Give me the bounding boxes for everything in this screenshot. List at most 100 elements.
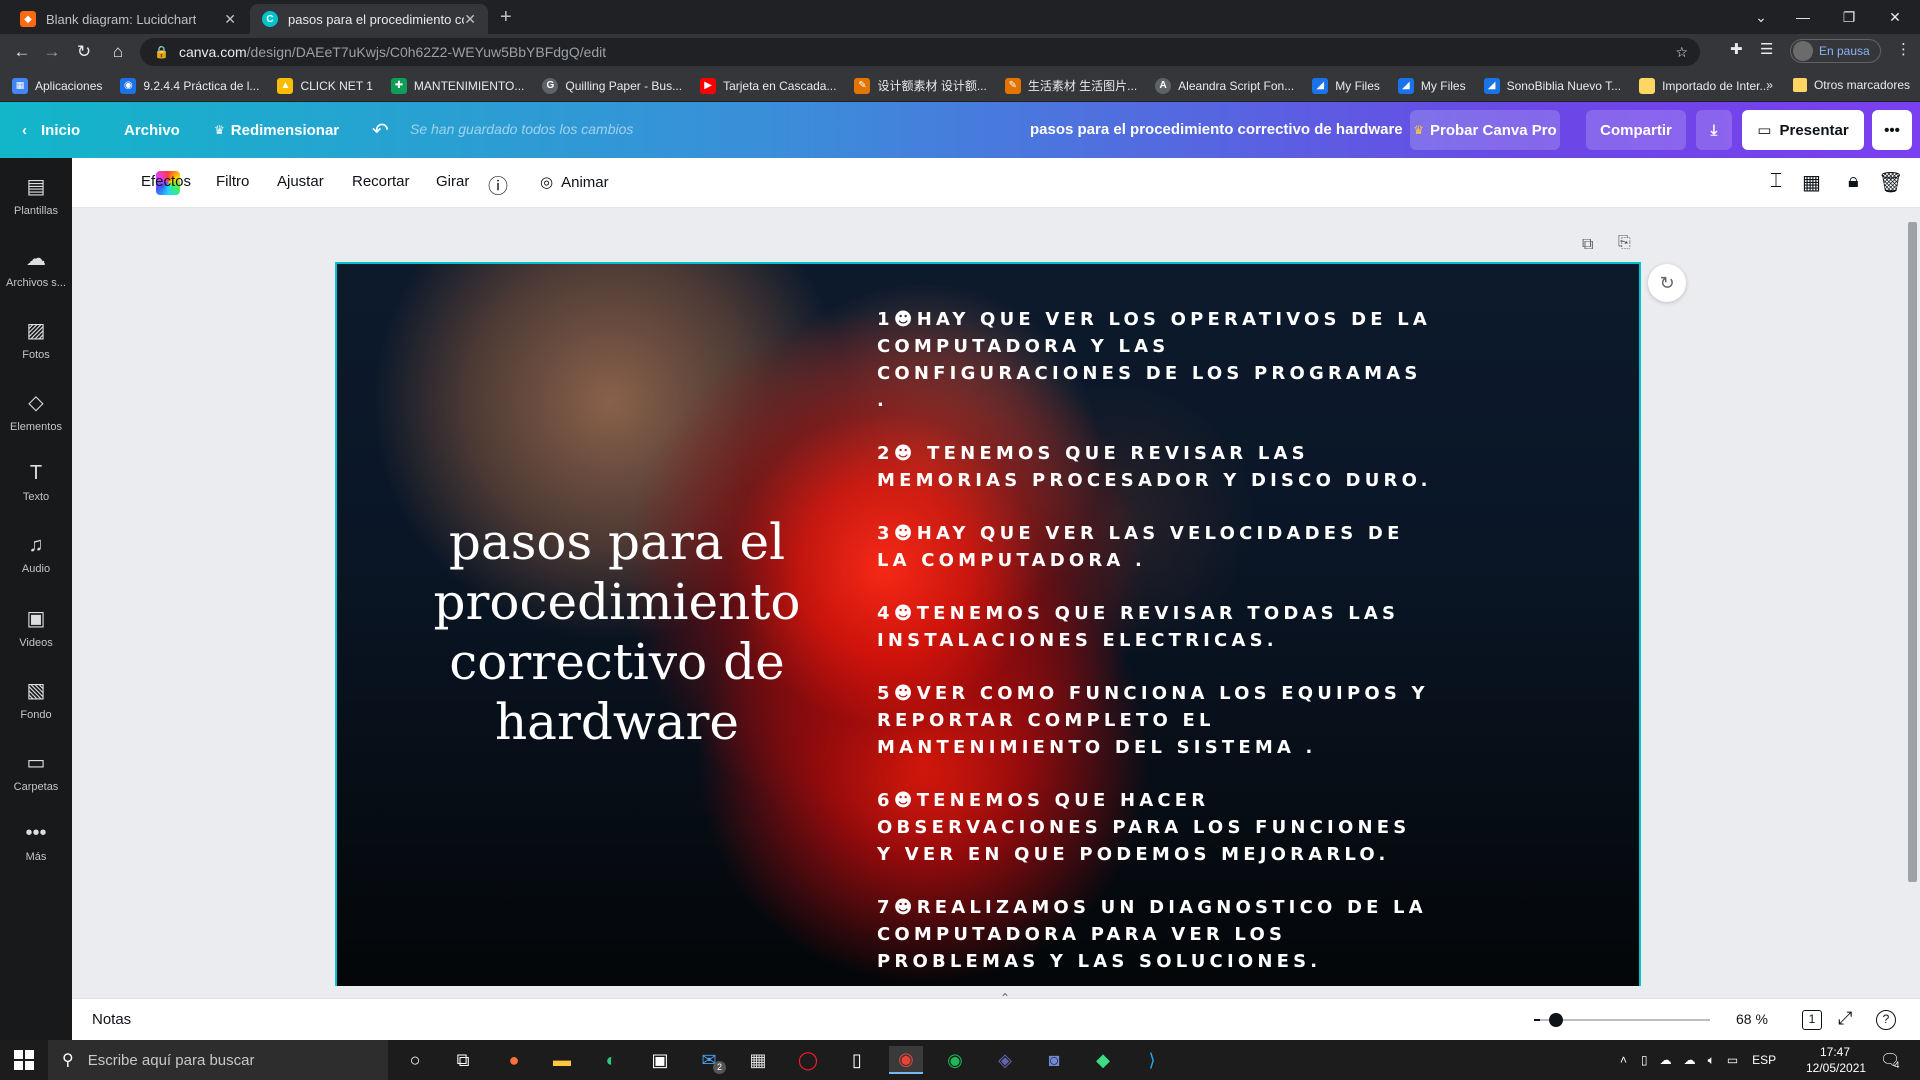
sidebar-item-uploads[interactable]: ☁ Archivos s...	[0, 246, 72, 289]
add-page-icon[interactable]: ⎘	[1618, 234, 1631, 252]
zoom-slider[interactable]	[1540, 1019, 1710, 1021]
home-icon[interactable]: ⌂	[106, 40, 130, 64]
bookmark-item[interactable]: ▲ CLICK NET 1	[277, 77, 373, 94]
profile-button[interactable]: En pausa	[1790, 39, 1881, 63]
windows-start-icon[interactable]	[14, 1050, 34, 1070]
task-view-icon[interactable]: ⧉	[446, 1046, 480, 1074]
rotate-button[interactable]: Girar	[436, 173, 469, 190]
new-tab-icon[interactable]: +	[500, 6, 512, 29]
zoom-level[interactable]: 68 %	[1736, 1011, 1768, 1027]
download-icon[interactable]: ⤓	[1696, 110, 1732, 150]
bookmark-folder[interactable]: Importado de Inter...	[1639, 77, 1770, 94]
sidebar-item-templates[interactable]: ▤ Plantillas	[0, 174, 72, 217]
adjust-button[interactable]: Ajustar	[277, 173, 324, 190]
lock-icon[interactable]: 🔒︎	[1848, 170, 1859, 193]
device-icon[interactable]: ▯	[1641, 1053, 1648, 1067]
tab-lucidchart[interactable]: ◆ Blank diagram: Lucidchart ✕	[8, 4, 248, 34]
android-studio-icon[interactable]: ◆	[1086, 1046, 1120, 1074]
language-indicator[interactable]: ESP	[1752, 1053, 1776, 1067]
present-button[interactable]: ▭ Presentar	[1742, 110, 1864, 150]
effects-button[interactable]: Efectos	[141, 173, 191, 190]
bookmark-star-icon[interactable]: ☆	[1675, 44, 1688, 61]
taskbar-search[interactable]: ⚲ Escribe aquí para buscar	[48, 1040, 388, 1080]
bookmark-item[interactable]: ✎ 生活素材 生活图片...	[1004, 77, 1137, 94]
tab-canva[interactable]: C pasos para el procedimiento corre ✕	[250, 4, 488, 34]
crop-button[interactable]: Recortar	[352, 173, 410, 190]
bookmarks-overflow-icon[interactable]: »	[1766, 78, 1773, 92]
reload-icon[interactable]: ↻	[72, 40, 96, 64]
vscode-icon[interactable]: ⟩	[1135, 1046, 1169, 1074]
try-canva-pro-button[interactable]: ♛ Probar Canva Pro	[1410, 110, 1560, 150]
sidebar-item-more[interactable]: ••• Más	[0, 822, 72, 863]
notepad-icon[interactable]: ▯	[840, 1046, 874, 1074]
discord-icon[interactable]: ◙	[1037, 1046, 1071, 1074]
filter-button[interactable]: Filtro	[216, 173, 249, 190]
notes-button[interactable]: Notas	[92, 1011, 131, 1028]
close-tab-icon[interactable]: ✕	[224, 11, 236, 28]
bookmark-apps[interactable]: ▦ Aplicaciones	[12, 77, 102, 94]
bookmark-item[interactable]: ▶ Tarjeta en Cascada...	[700, 77, 836, 94]
close-window-icon[interactable]: ✕	[1872, 0, 1918, 34]
share-button[interactable]: Compartir	[1586, 110, 1686, 150]
restore-icon[interactable]: ❐	[1826, 0, 1872, 34]
calculator-icon[interactable]: ▦	[741, 1046, 775, 1074]
transparency-icon[interactable]: ▦	[1802, 170, 1821, 195]
chrome-icon[interactable]: ◉	[889, 1046, 923, 1074]
forward-icon[interactable]: →	[40, 40, 64, 64]
horizontal-scrollbar[interactable]	[72, 986, 1904, 998]
sidebar-item-text[interactable]: T Texto	[0, 462, 72, 503]
undo-icon[interactable]: ↶	[372, 102, 389, 158]
slide[interactable]: pasos para el procedimiento correctivo d…	[335, 262, 1641, 992]
cloud-sync-icon[interactable]: ☁	[1684, 1053, 1696, 1067]
tab-search-icon[interactable]: ⌄	[1738, 0, 1784, 34]
sidebar-item-elements[interactable]: ◇ Elementos	[0, 390, 72, 433]
network-icon[interactable]: ▭	[1727, 1053, 1738, 1067]
animate-button[interactable]: ◎ Animar	[540, 173, 609, 191]
store-icon[interactable]: ▣	[643, 1046, 677, 1074]
notifications-button[interactable]: 🗨︎ 4	[1880, 1040, 1900, 1080]
teams-icon[interactable]: ◈	[988, 1046, 1022, 1074]
sidebar-item-photos[interactable]: ▨ Fotos	[0, 318, 72, 361]
scrollbar-thumb[interactable]	[1908, 222, 1917, 882]
bookmark-item[interactable]: ◢ SonoBiblia Nuevo T...	[1483, 77, 1621, 94]
volume-icon[interactable]: 🔈︎	[1708, 1053, 1715, 1068]
file-explorer-icon[interactable]: ▬	[545, 1046, 579, 1074]
extensions-icon[interactable]: ✚	[1730, 40, 1743, 58]
clock[interactable]: 17:47 12/05/2021	[1806, 1044, 1866, 1076]
fullscreen-icon[interactable]: ⤢	[1838, 1008, 1852, 1029]
firefox-icon[interactable]: ●	[497, 1046, 531, 1074]
paint-format-icon[interactable]: ⌶	[1770, 170, 1782, 193]
back-icon[interactable]: ←	[10, 40, 34, 64]
sidebar-item-folders[interactable]: ▭ Carpetas	[0, 750, 72, 793]
home-button[interactable]: ‹ Inicio	[22, 102, 80, 158]
file-menu[interactable]: Archivo	[124, 102, 180, 158]
onedrive-icon[interactable]: ☁	[1660, 1053, 1672, 1067]
other-bookmarks[interactable]: » Otros marcadores	[1766, 78, 1910, 92]
mail-icon[interactable]: ✉ 2	[692, 1046, 726, 1074]
spotify-icon[interactable]: ◉	[938, 1046, 972, 1074]
steps-list[interactable]: 1☻HAY QUE VER LOS OPERATIVOS DE LA COMPU…	[877, 306, 1437, 990]
sidebar-item-background[interactable]: ▧ Fondo	[0, 678, 72, 721]
bookmark-item[interactable]: ◢ My Files	[1397, 77, 1466, 94]
bookmark-item[interactable]: G Quilling Paper - Bus...	[542, 77, 682, 94]
bookmark-item[interactable]: ◢ My Files	[1312, 77, 1380, 94]
page-count-button[interactable]: 1	[1802, 1010, 1822, 1030]
slide-title[interactable]: pasos para el procedimiento correctivo d…	[407, 512, 827, 752]
sidebar-item-audio[interactable]: ♫ Audio	[0, 534, 72, 575]
address-bar[interactable]: 🔒 canva.com/design/DAEeT7uKwjs/C0h62Z2-W…	[140, 38, 1700, 66]
reading-list-icon[interactable]: ☰	[1760, 40, 1773, 58]
info-icon[interactable]: ⓘ	[488, 170, 508, 199]
chevron-up-icon[interactable]: ⌃	[1000, 991, 1010, 1005]
bookmark-item[interactable]: A Aleandra Script Fon...	[1155, 77, 1294, 94]
trash-icon[interactable]: 🗑︎	[1878, 170, 1903, 195]
show-hidden-icons-icon[interactable]: ˄	[1620, 1053, 1627, 1067]
help-icon[interactable]: ?	[1876, 1010, 1896, 1030]
minimize-icon[interactable]: —	[1780, 0, 1826, 34]
refresh-icon[interactable]: ↻	[1648, 264, 1686, 302]
more-options-button[interactable]: •••	[1872, 110, 1912, 150]
document-title[interactable]: pasos para el procedimiento correctivo d…	[1030, 121, 1403, 138]
zoom-slider-handle[interactable]	[1549, 1013, 1563, 1027]
resize-button[interactable]: ♛ Redimensionar	[214, 102, 339, 158]
bookmark-item[interactable]: ✎ 设计额素材 设计额...	[854, 77, 987, 94]
opera-icon[interactable]: ◯	[791, 1046, 825, 1074]
